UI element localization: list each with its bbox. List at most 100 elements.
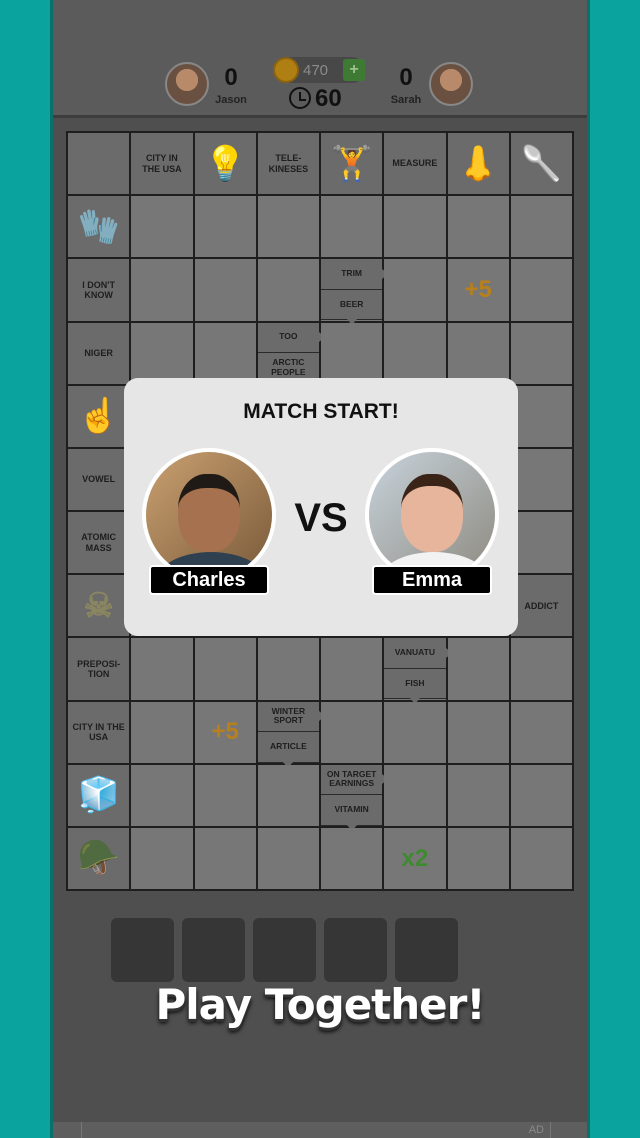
answer-cell[interactable] bbox=[447, 701, 509, 763]
answer-cell[interactable] bbox=[510, 259, 572, 321]
answer-cell[interactable] bbox=[131, 196, 193, 258]
skull-crossbones-icon: ☠ bbox=[83, 586, 114, 625]
answer-cell[interactable] bbox=[131, 322, 193, 384]
answer-cell[interactable] bbox=[131, 259, 193, 321]
answer-cell[interactable] bbox=[194, 764, 256, 826]
clue-cell: ADDICT bbox=[510, 575, 572, 637]
answer-cell[interactable] bbox=[384, 196, 446, 258]
picture-clue-cell: 🥄 bbox=[510, 133, 572, 195]
letter-tile[interactable] bbox=[395, 918, 458, 982]
answer-cell[interactable] bbox=[510, 385, 572, 447]
bonus-label: x2 bbox=[401, 844, 429, 872]
player2-name: Emma bbox=[372, 565, 492, 595]
picture-clue-cell: 👃 bbox=[447, 133, 509, 195]
fingernail-icon: ☝ bbox=[77, 397, 120, 436]
answer-cell[interactable] bbox=[510, 448, 572, 510]
clue-cell: MEASURE bbox=[384, 133, 446, 195]
letter-tile[interactable] bbox=[182, 918, 245, 982]
mittens-icon: 🧤 bbox=[77, 207, 120, 246]
clue-cell: CITY IN THE USA bbox=[131, 133, 193, 195]
clue-cell: I DON'T KNOW bbox=[68, 259, 130, 321]
answer-cell[interactable] bbox=[510, 701, 572, 763]
letter-tile[interactable] bbox=[253, 918, 316, 982]
clue-text-across: TRIM bbox=[321, 259, 389, 290]
answer-cell[interactable] bbox=[194, 259, 256, 321]
split-clue-cell: TRIM BEER bbox=[321, 259, 389, 326]
answer-cell[interactable] bbox=[510, 827, 572, 889]
answer-cell[interactable] bbox=[510, 764, 572, 826]
answer-cell[interactable] bbox=[384, 322, 446, 384]
timer: 60 bbox=[315, 85, 342, 112]
answer-cell[interactable] bbox=[257, 764, 319, 826]
answer-cell[interactable] bbox=[131, 827, 193, 889]
answer-cell[interactable] bbox=[384, 764, 446, 826]
answer-cell[interactable] bbox=[447, 638, 509, 700]
player2-avatar bbox=[365, 448, 499, 582]
answer-cell[interactable] bbox=[384, 259, 446, 321]
clue-text-across: WINTER SPORT bbox=[257, 701, 326, 733]
answer-cell[interactable] bbox=[447, 827, 509, 889]
coin-balance: 470 + bbox=[273, 57, 365, 83]
picture-clue-cell: 🪖 bbox=[68, 827, 130, 889]
dumbbell-icon: 🏋 bbox=[330, 144, 373, 183]
picture-clue-cell: ☝ bbox=[68, 385, 130, 447]
clue-text: PREPOSI- TION bbox=[77, 658, 121, 679]
bonus-label: +5 bbox=[211, 718, 239, 746]
clue-text: CITY IN THE USA bbox=[142, 153, 182, 174]
bonus-cell[interactable]: x2 bbox=[384, 827, 446, 889]
answer-cell[interactable] bbox=[257, 259, 319, 321]
answer-cell[interactable] bbox=[131, 701, 193, 763]
clock-icon bbox=[289, 87, 311, 109]
clue-text: ADDICT bbox=[524, 600, 559, 611]
answer-cell[interactable] bbox=[131, 638, 193, 700]
clue-text: I DON'T KNOW bbox=[82, 279, 115, 300]
answer-cell[interactable] bbox=[194, 827, 256, 889]
answer-cell[interactable] bbox=[257, 196, 319, 258]
tagline: Play Together! bbox=[155, 980, 485, 1029]
clue-text-down: VITAMIN bbox=[321, 795, 383, 831]
answer-cell[interactable] bbox=[510, 638, 572, 700]
answer-cell[interactable] bbox=[194, 196, 256, 258]
nose-icon: 👃 bbox=[456, 144, 500, 183]
answer-cell[interactable] bbox=[257, 827, 319, 889]
clue-cell: TELE- KINESES bbox=[257, 133, 319, 195]
answer-cell[interactable] bbox=[447, 196, 509, 258]
answer-cell[interactable] bbox=[194, 322, 256, 384]
clue-text: CITY IN THE USA bbox=[72, 721, 125, 743]
spoon-icon: 🥄 bbox=[520, 144, 563, 183]
answer-cell[interactable] bbox=[510, 512, 572, 574]
answer-cell[interactable] bbox=[194, 638, 256, 700]
player1-name: Charles bbox=[149, 565, 269, 595]
answer-cell[interactable] bbox=[447, 764, 509, 826]
answer-cell[interactable] bbox=[321, 701, 383, 763]
answer-cell[interactable] bbox=[321, 827, 383, 889]
add-coins-button[interactable]: + bbox=[343, 59, 365, 81]
clue-cell: NIGER bbox=[68, 322, 130, 384]
clue-text: NIGER bbox=[84, 347, 113, 358]
answer-cell[interactable] bbox=[131, 764, 193, 826]
answer-cell[interactable] bbox=[321, 322, 383, 384]
clue-text: MEASURE bbox=[392, 158, 438, 169]
clue-text: VOWEL bbox=[82, 474, 116, 485]
answer-tiles bbox=[111, 918, 458, 982]
answer-cell[interactable] bbox=[321, 196, 383, 258]
ad-banner[interactable]: AD bbox=[53, 1122, 587, 1138]
split-clue-cell: ON TARGET EARNINGS VITAMIN bbox=[321, 764, 389, 831]
answer-cell[interactable] bbox=[384, 701, 446, 763]
clue-text-across: TOO bbox=[257, 322, 326, 354]
answer-cell[interactable] bbox=[510, 196, 572, 258]
answer-cell[interactable] bbox=[321, 638, 383, 700]
match-start-dialog: MATCH START! Charles VS Emma bbox=[124, 378, 518, 636]
answer-cell[interactable] bbox=[510, 322, 572, 384]
clue-text-down: FISH bbox=[384, 668, 446, 705]
ad-label: AD bbox=[528, 1124, 544, 1136]
right-player-name: Sarah bbox=[390, 94, 422, 106]
answer-cell[interactable] bbox=[447, 322, 509, 384]
right-player-avatar bbox=[429, 62, 473, 106]
bonus-cell[interactable]: +5 bbox=[447, 259, 509, 321]
right-player-score: 0 bbox=[399, 64, 413, 91]
letter-tile[interactable] bbox=[324, 918, 387, 982]
answer-cell[interactable] bbox=[257, 638, 319, 700]
bonus-cell[interactable]: +5 bbox=[194, 701, 256, 763]
letter-tile[interactable] bbox=[111, 918, 174, 982]
